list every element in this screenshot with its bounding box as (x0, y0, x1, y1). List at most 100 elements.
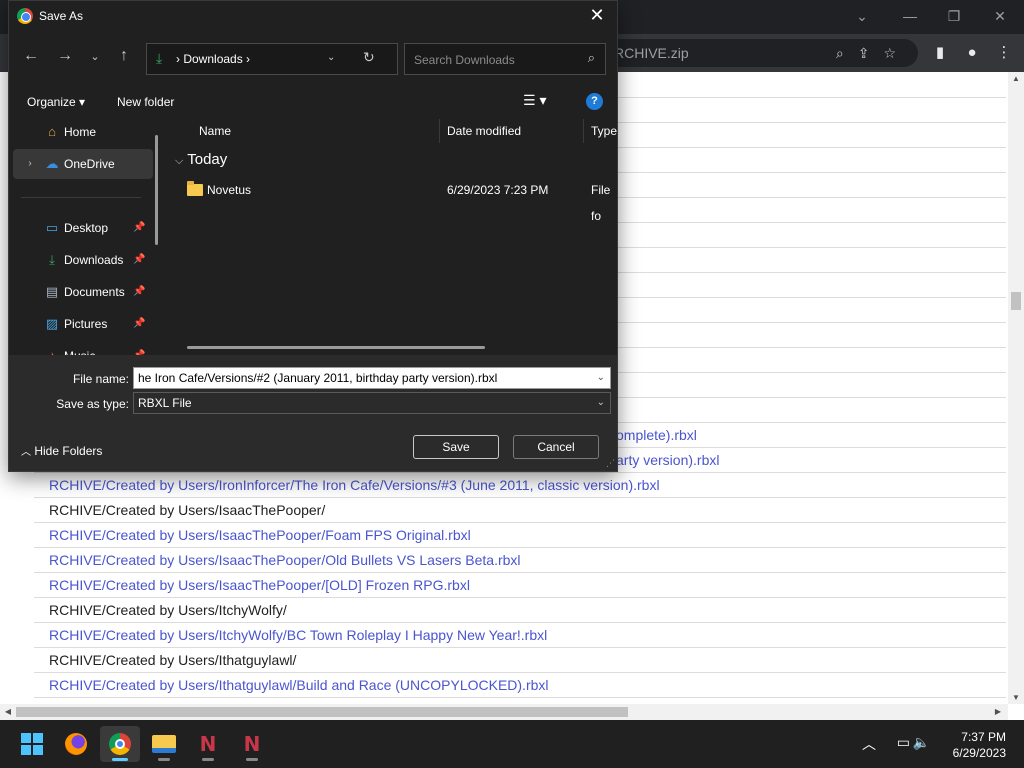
pin-icon: 📌 (133, 318, 146, 329)
hide-folders-button[interactable]: ︿ Hide Folders (21, 443, 102, 458)
sidebar-item-pictures[interactable]: ▨ Pictures 📌 (9, 309, 159, 339)
search-placeholder[interactable]: Search Downloads (414, 53, 515, 67)
listing-link[interactable]: RCHIVE/Created by Users/IronInforcer/The… (34, 473, 1006, 498)
scroll-left-icon[interactable]: ◀ (0, 704, 16, 720)
chevron-up-icon[interactable]: ︿ (862, 734, 876, 754)
chevron-right-icon[interactable]: › (21, 149, 39, 179)
address-text: RCHIVE.zip (614, 45, 689, 61)
scroll-right-icon[interactable]: ▶ (990, 704, 1006, 720)
sidebar-item-onedrive[interactable]: › ☁ OneDrive (13, 149, 153, 179)
navigation-pane: ⌂ Home › ☁ OneDrive ▭ Desktop 📌 ⤓ Downloads 📌 ▤ Docu… (9, 117, 167, 355)
save-type-select[interactable]: RBXL File ⌄ (133, 392, 611, 414)
sidebar-item-music[interactable]: ♪Music 📌 (9, 341, 159, 355)
breadcrumb-downloads[interactable]: Downloads (183, 52, 242, 66)
file-date: 6/29/2023 7:23 PM (447, 183, 549, 197)
file-type: File fo (591, 183, 611, 223)
new-folder-button[interactable]: New folder (117, 95, 174, 109)
side-panel-icon[interactable]: ▮ (924, 34, 956, 72)
pictures-icon: ▨ (45, 316, 59, 331)
onedrive-icon: ☁ (45, 156, 59, 171)
dialog-close-button[interactable]: ✕ (585, 5, 609, 26)
file-name: Novetus (207, 183, 252, 197)
file-explorer-icon[interactable] (144, 726, 184, 762)
documents-icon: ▤ (45, 284, 59, 299)
vertical-scrollbar[interactable]: ▲ ▼ (1008, 72, 1024, 704)
column-divider (583, 119, 584, 143)
listing-link[interactable]: RCHIVE/Created by Users/IsaacThePooper/O… (34, 548, 1006, 573)
novetus-icon[interactable]: N (232, 726, 272, 762)
save-type-value: RBXL File (138, 396, 192, 410)
back-icon[interactable]: ← (19, 47, 43, 65)
breadcrumb[interactable]: › Downloads › (176, 52, 250, 66)
save-button[interactable]: Save (413, 435, 499, 459)
downloads-icon: ⤓ (156, 50, 163, 66)
path-dropdown-icon[interactable]: ⌄ (327, 52, 335, 63)
column-type[interactable]: Type (591, 117, 617, 145)
pin-icon: 📌 (133, 222, 146, 233)
column-date-modified[interactable]: Date modified (447, 117, 521, 145)
sidebar-item-label: Desktop (64, 221, 109, 235)
omnibox-icons[interactable]: ⌕⇪☆ (836, 39, 910, 67)
cancel-button[interactable]: Cancel (513, 435, 599, 459)
firefox-icon[interactable] (56, 726, 96, 762)
sidebar-item-home[interactable]: ⌂ Home (9, 117, 159, 147)
file-name-value: he Iron Cafe/Versions/#2 (January 2011, … (138, 371, 498, 385)
refresh-icon[interactable]: ↻ (363, 49, 375, 66)
novetus-icon[interactable]: N (188, 726, 228, 762)
save-as-dialog: Save As ✕ ← → ⌄ ↑ ⤓ › Downloads › ⌄ ↻ Se… (8, 0, 618, 472)
sidebar-item-documents[interactable]: ▤ Documents 📌 (9, 277, 159, 307)
volume-icon[interactable]: 🔈 (913, 734, 930, 751)
tab-search-chevron-icon[interactable]: ⌄ (840, 4, 884, 28)
organize-button[interactable]: Organize ▾ (27, 95, 85, 109)
column-divider (439, 119, 440, 143)
horizontal-scrollbar[interactable]: ◀ ▶ (0, 704, 1008, 720)
forward-icon[interactable]: → (53, 47, 77, 65)
address-bar[interactable]: RCHIVE.zip ⌕⇪☆ (600, 39, 918, 67)
column-name[interactable]: Name (199, 117, 231, 145)
recent-locations-icon[interactable]: ⌄ (83, 50, 107, 63)
view-options-icon[interactable]: ☰ ▾ (523, 92, 546, 109)
group-header-today[interactable]: ⌵ Today (175, 151, 227, 168)
sidebar-item-label: Music (64, 341, 95, 355)
sidebar-item-label: Pictures (64, 317, 108, 331)
restore-button[interactable]: ❐ (932, 4, 976, 28)
scroll-thumb[interactable] (1011, 292, 1021, 310)
dialog-title: Save As (39, 9, 84, 23)
listing-link[interactable]: RCHIVE/Created by Users/IsaacThePooper/F… (34, 523, 1006, 548)
file-name-input[interactable]: he Iron Cafe/Versions/#2 (January 2011, … (133, 367, 611, 389)
scroll-up-icon[interactable]: ▲ (1008, 74, 1024, 83)
menu-icon[interactable]: ⋮ (988, 34, 1020, 72)
file-row[interactable]: Novetus 6/29/2023 7:23 PM File fo (167, 177, 617, 223)
organize-label: Organize (27, 95, 76, 109)
sidebar-item-label: Downloads (64, 253, 124, 267)
up-icon[interactable]: ↑ (112, 47, 136, 65)
save-type-label: Save as type: (56, 397, 129, 411)
listing-link[interactable]: RCHIVE/Created by Users/IsaacThePooper/[… (34, 573, 1006, 598)
path-bar[interactable]: ⤓ › Downloads › ⌄ ↻ (146, 43, 398, 75)
home-icon: ⌂ (48, 124, 56, 139)
save-form: File name: he Iron Cafe/Versions/#2 (Jan… (9, 355, 617, 471)
listing-link[interactable]: RCHIVE/Created by Users/Ithatguylawl/Bui… (34, 673, 1006, 698)
listing-link[interactable]: RCHIVE/Created by Users/ItchyWolfy/BC To… (34, 623, 1006, 648)
hscroll-thumb[interactable] (16, 707, 628, 717)
profile-icon[interactable]: ● (956, 34, 988, 72)
network-icon[interactable]: ▭ (897, 734, 910, 751)
file-list-hscroll[interactable] (187, 346, 485, 349)
sidebar-item-downloads[interactable]: ⤓ Downloads 📌 (9, 245, 159, 275)
scroll-down-icon[interactable]: ▼ (1008, 693, 1024, 702)
resize-grip-icon[interactable]: ⋰ (606, 458, 615, 469)
chrome-taskbar-icon[interactable] (100, 726, 140, 762)
minimize-button[interactable]: — (888, 4, 932, 28)
navigation-bar: ← → ⌄ ↑ ⤓ › Downloads › ⌄ ↻ Search Downl… (9, 41, 617, 77)
start-icon[interactable] (12, 726, 52, 762)
system-clock[interactable]: 7:37 PM 6/29/2023 (953, 729, 1006, 761)
sidebar-item-desktop[interactable]: ▭ Desktop 📌 (9, 213, 159, 243)
sidebar-item-label: Documents (64, 285, 125, 299)
close-window-button[interactable]: ✕ (978, 4, 1022, 28)
chevron-up-icon: ︿ (21, 447, 31, 458)
chevron-down-icon[interactable]: ⌄ (597, 368, 605, 388)
listing-row: RCHIVE/Created by Users/ItchyWolfy/ (34, 598, 1006, 623)
help-icon[interactable]: ? (586, 93, 603, 110)
chevron-down-icon[interactable]: ⌄ (597, 393, 605, 413)
search-box[interactable]: Search Downloads ⌕ (404, 43, 606, 75)
